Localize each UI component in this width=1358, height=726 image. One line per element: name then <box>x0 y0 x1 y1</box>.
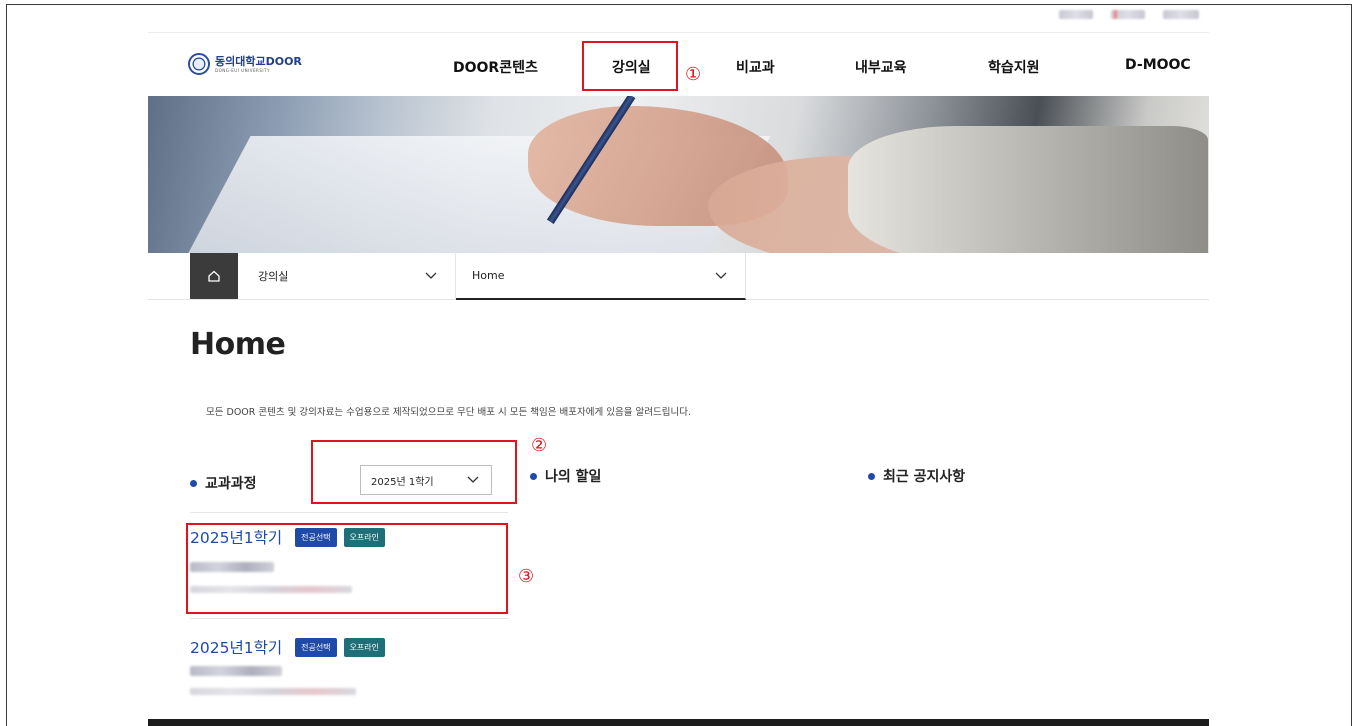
nav-learning-support[interactable]: 학습지원 <box>988 57 1040 77</box>
badge-offline: 오프라인 <box>343 637 385 657</box>
bullet-icon <box>190 479 197 487</box>
utility-link-blurred[interactable] <box>1163 10 1199 19</box>
site-logo[interactable]: 동의대학교DOOR DONG-EUI UNIVERSITY <box>188 53 302 75</box>
nav-d-mooc[interactable]: D-MOOC <box>1125 57 1191 73</box>
course-card[interactable]: 2025년1학기 전공선택 오프라인 <box>190 636 508 695</box>
section-title: 최근 공지사항 <box>883 469 966 485</box>
university-seal-icon <box>188 53 210 75</box>
section-recent-notices: 최근 공지사항 <box>868 466 965 486</box>
copyright-notice: 모든 DOOR 콘텐츠 및 강의자료는 수업용으로 제작되었으므로 무단 배포 … <box>206 407 691 418</box>
course-name-blurred[interactable] <box>190 666 282 676</box>
breadcrumb-label: Home <box>472 269 505 282</box>
logo-subtitle: DONG-EUI UNIVERSITY <box>215 67 270 73</box>
annotation-box-1 <box>582 41 678 91</box>
badge-major-elective: 전공선택 <box>295 637 337 657</box>
annotation-number-3: ③ <box>518 566 535 587</box>
breadcrumb: 강의실 Home <box>148 253 1209 300</box>
course-semester[interactable]: 2025년1학기 <box>190 636 282 658</box>
nav-door-contents[interactable]: DOOR콘텐츠 <box>453 57 538 77</box>
utility-links <box>1059 10 1199 19</box>
breadcrumb-label: 강의실 <box>258 270 289 283</box>
logo-name: 동의대학교DOOR <box>215 54 302 68</box>
divider <box>190 512 508 513</box>
annotation-box-3 <box>186 523 508 614</box>
annotation-box-2 <box>311 440 517 504</box>
nav-internal-education[interactable]: 내부교육 <box>855 57 907 77</box>
page-container: 동의대학교DOOR DONG-EUI UNIVERSITY DOOR콘텐츠 강의… <box>148 0 1209 726</box>
hero-banner-image <box>148 96 1209 253</box>
divider <box>148 32 1209 33</box>
chevron-down-icon <box>715 272 727 279</box>
home-button[interactable] <box>190 253 238 299</box>
page-title: Home <box>190 327 286 362</box>
footer-edge <box>148 719 1209 726</box>
course-info-blurred <box>190 688 356 695</box>
nav-extracurricular[interactable]: 비교과 <box>736 57 775 77</box>
utility-link-blurred[interactable] <box>1111 10 1145 19</box>
section-title: 나의 할일 <box>545 469 602 485</box>
annotation-number-1: ① <box>685 64 702 85</box>
bullet-icon <box>530 472 537 480</box>
section-title: 교과과정 <box>205 476 257 492</box>
annotation-number-2: ② <box>531 435 548 456</box>
breadcrumb-dropdown-home[interactable]: Home <box>456 253 746 300</box>
home-icon <box>208 270 220 282</box>
utility-link-blurred[interactable] <box>1059 10 1093 19</box>
section-curriculum: 교과과정 <box>190 473 257 493</box>
chevron-down-icon <box>425 272 437 279</box>
divider <box>190 618 508 619</box>
section-todo: 나의 할일 <box>530 466 601 486</box>
bullet-icon <box>868 472 875 480</box>
breadcrumb-dropdown-classroom[interactable]: 강의실 <box>238 253 456 299</box>
